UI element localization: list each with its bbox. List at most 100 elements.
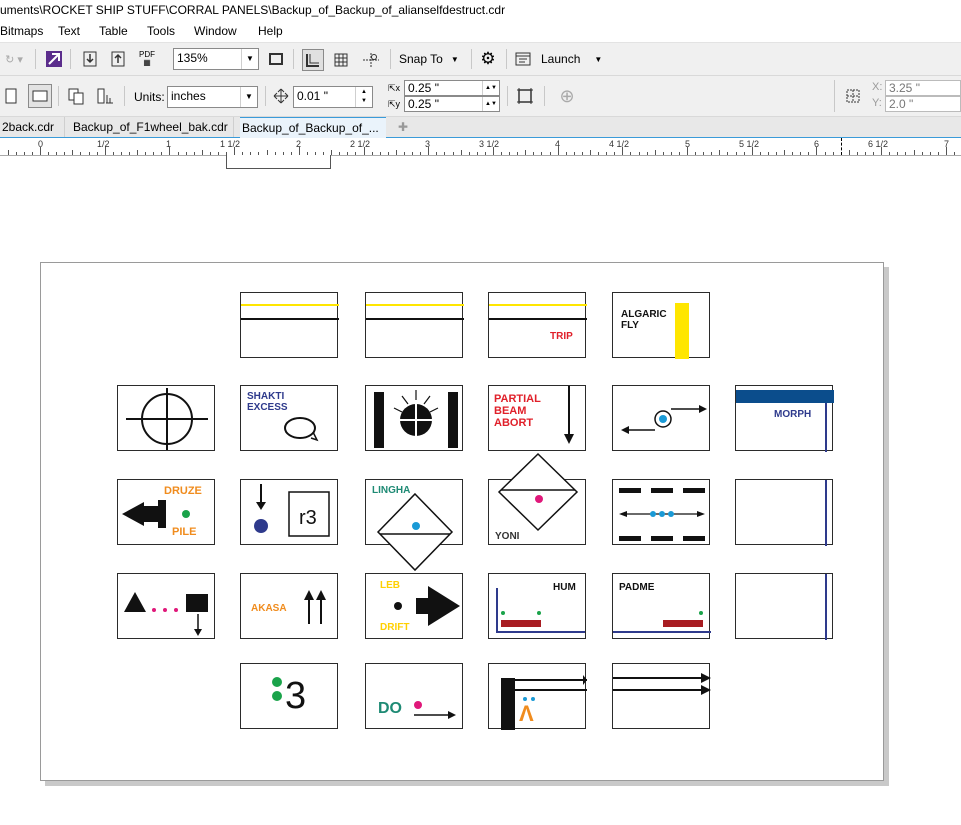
- ruler-tick: [161, 152, 163, 155]
- panel-do[interactable]: DO: [365, 663, 463, 729]
- zoom-dropdown-icon[interactable]: ▼: [241, 49, 258, 69]
- panel-shakti-excess[interactable]: SHAKTI EXCESS: [240, 385, 338, 451]
- ruler-tick: [209, 152, 211, 155]
- full-screen-icon[interactable]: [266, 49, 286, 69]
- show-rulers-icon[interactable]: [302, 49, 324, 71]
- panel-triangle-square[interactable]: [117, 573, 215, 639]
- padme-label: PADME: [619, 582, 655, 593]
- panel-double-arrow[interactable]: [612, 663, 711, 729]
- panel-three[interactable]: 3: [240, 663, 338, 729]
- panel-blue-line-1[interactable]: [735, 479, 833, 546]
- panel-algaric-fly[interactable]: ALGARIC FLY: [612, 292, 710, 359]
- dup-x-spinner-icon[interactable]: ▲▼: [482, 81, 499, 95]
- tab-backup-active[interactable]: Backup_of_Backup_of_...: [240, 117, 386, 138]
- snap-to-button[interactable]: Snap To ▼: [398, 49, 464, 69]
- publish-pdf-icon[interactable]: PDF ▦: [136, 49, 158, 69]
- ruler-tick: [727, 152, 729, 155]
- ruler-tick: [873, 152, 874, 155]
- drawing-page[interactable]: TRIP ALGARIC FLY SHAKTI EXCESS PARTIAL B…: [40, 262, 884, 781]
- current-page-icon[interactable]: [94, 86, 116, 106]
- panel-target-bars[interactable]: [365, 385, 463, 451]
- all-pages-icon[interactable]: [65, 86, 87, 106]
- ruler-tick: [428, 147, 430, 155]
- launch-button[interactable]: Launch ▼: [514, 49, 606, 69]
- panel-trip[interactable]: TRIP: [488, 292, 587, 358]
- duplicate-x-input[interactable]: 0.25 " ▲▼: [404, 80, 500, 96]
- panel-yellow-line-2[interactable]: [365, 292, 464, 358]
- property-bar: Units: inches ▼ 0.01 " ▲ ▼ ⇱x 0.25 " ▲▼ ⇱…: [0, 76, 961, 117]
- panel-yoni[interactable]: YONI: [488, 452, 586, 545]
- landscape-icon[interactable]: [28, 84, 52, 108]
- panel-morph[interactable]: MORPH: [735, 385, 834, 452]
- ruler-tick: [557, 147, 559, 155]
- ruler-tick: [395, 150, 397, 155]
- nudge-spinner-icon[interactable]: ▲ ▼: [355, 87, 372, 107]
- tab-f1wheel[interactable]: Backup_of_F1wheel_bak.cdr: [71, 117, 234, 137]
- toolbar-separator: [35, 49, 36, 69]
- menu-help[interactable]: Help: [258, 23, 283, 39]
- treat-as-filled-icon[interactable]: [513, 85, 537, 107]
- ruler-tick: [856, 152, 858, 155]
- panel-cyan-dot-arrows[interactable]: [612, 385, 710, 451]
- menu-tools[interactable]: Tools: [147, 23, 175, 39]
- import-icon[interactable]: [80, 49, 100, 69]
- toolbar-separator: [390, 49, 391, 69]
- duplicate-y-input[interactable]: 0.25 " ▲▼: [404, 96, 500, 112]
- hum-label: HUM: [553, 582, 576, 593]
- ruler-tick: [420, 152, 422, 155]
- panel-blue-line-2[interactable]: [735, 573, 833, 640]
- ruler-label: 2 1/2: [350, 139, 371, 149]
- options-gear-icon[interactable]: ⚙: [477, 49, 499, 69]
- ruler-tick: [590, 150, 591, 155]
- horizontal-ruler[interactable]: 0 1/2 1 1 1/2 2 2 1/2 3 3 1/2 4 4 1/2 5 …: [0, 138, 961, 156]
- redo-icon[interactable]: ↻ ▾: [0, 50, 28, 68]
- dup-y-spinner-icon[interactable]: ▲▼: [482, 97, 499, 111]
- new-tab-icon[interactable]: ✚: [392, 117, 412, 137]
- ruler-tick: [88, 152, 90, 155]
- ruler-tick: [23, 152, 25, 155]
- menu-table[interactable]: Table: [99, 23, 128, 39]
- ruler-tick: [412, 152, 413, 155]
- pos-y-input[interactable]: 2.0 ": [885, 96, 961, 112]
- pdf-grid-icon: ▦: [143, 58, 151, 67]
- pos-x-input[interactable]: 3.25 ": [885, 80, 961, 96]
- tab-2back[interactable]: 2back.cdr: [0, 117, 65, 137]
- panel-yellow-line-1[interactable]: [240, 292, 339, 358]
- panel-akasa[interactable]: AKASA: [240, 573, 338, 639]
- panel-caret[interactable]: Λ: [488, 663, 587, 730]
- nudge-distance-input[interactable]: 0.01 " ▲ ▼: [293, 86, 373, 108]
- zoom-combo[interactable]: 135% ▼: [173, 48, 259, 70]
- menu-bitmaps[interactable]: Bitmaps: [0, 23, 43, 39]
- panel-r3[interactable]: r3: [240, 479, 338, 545]
- ruler-tick: [169, 147, 171, 155]
- partial-label: PARTIAL BEAM ABORT: [494, 393, 541, 429]
- panel-dashes-cyan[interactable]: [612, 479, 710, 545]
- panel-leb-drift[interactable]: LEB DRIFT: [365, 573, 463, 639]
- ruler-tick: [234, 147, 236, 155]
- do-label: DO: [378, 700, 402, 717]
- panel-druze-pile[interactable]: DRUZE PILE: [117, 479, 215, 545]
- ruler-tick: [808, 152, 810, 155]
- ruler-tick: [533, 152, 535, 155]
- panel-lingha[interactable]: LINGHA: [365, 479, 463, 572]
- menu-text[interactable]: Text: [58, 23, 80, 39]
- offscreen-object[interactable]: [226, 155, 331, 169]
- panel-padme[interactable]: PADME: [612, 573, 711, 639]
- ruler-tick: [145, 152, 147, 155]
- units-dropdown-icon[interactable]: ▼: [240, 87, 257, 107]
- portrait-icon[interactable]: [2, 86, 20, 106]
- ruler-tick: [953, 152, 955, 155]
- export-icon[interactable]: [108, 49, 128, 69]
- ruler-tick: [687, 147, 688, 155]
- show-grid-icon[interactable]: [330, 49, 352, 71]
- ruler-tick: [298, 147, 300, 155]
- panel-crosshair[interactable]: [117, 385, 215, 451]
- panel-partial-beam-abort[interactable]: PARTIAL BEAM ABORT: [488, 385, 586, 451]
- units-combo[interactable]: inches ▼: [167, 86, 258, 108]
- add-plus-icon[interactable]: ⊕: [556, 85, 578, 107]
- ruler-tick: [104, 147, 106, 155]
- menu-window[interactable]: Window: [194, 23, 237, 39]
- corel-connect-icon[interactable]: [44, 49, 64, 69]
- show-guidelines-icon[interactable]: [360, 49, 382, 71]
- panel-hum[interactable]: HUM: [488, 573, 586, 639]
